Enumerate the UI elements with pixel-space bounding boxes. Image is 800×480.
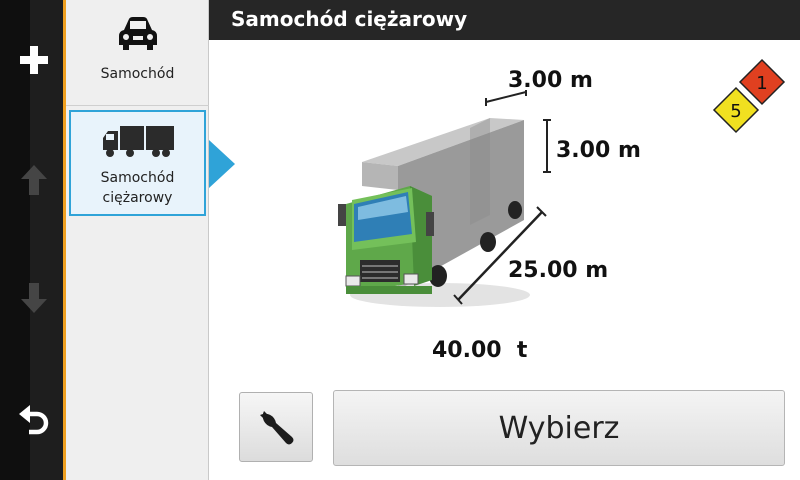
- plus-button[interactable]: [14, 38, 54, 82]
- hazmat-class-1-icon: 1: [738, 58, 786, 106]
- car-icon: [118, 17, 157, 50]
- hazmat-badges: 1 5: [712, 58, 786, 134]
- svg-text:1: 1: [756, 73, 767, 94]
- scroll-down-button[interactable]: [14, 276, 54, 320]
- svg-text:5: 5: [730, 101, 741, 122]
- truck-icon: [102, 126, 174, 157]
- nav-bar: [0, 0, 66, 480]
- arrow-up-icon: [21, 165, 47, 195]
- length-value: 25.00 m: [508, 258, 609, 283]
- vehicle-label-truck: Samochód ciężarowy: [100, 170, 175, 206]
- vehicle-label-car: Samochód: [100, 66, 175, 82]
- select-button[interactable]: Wybierz: [333, 390, 785, 466]
- back-button[interactable]: [14, 398, 54, 442]
- dimension-lines: [453, 90, 551, 305]
- arrow-down-icon: [21, 283, 47, 313]
- plus-icon: [20, 46, 48, 74]
- width-value: 3.00 m: [508, 68, 593, 93]
- height-value: 3.00 m: [556, 138, 641, 163]
- selection-pointer: [209, 140, 235, 188]
- wrench-icon: [260, 411, 294, 445]
- hazmat-class-5-icon: 5: [712, 86, 760, 134]
- scroll-up-button[interactable]: [14, 158, 54, 202]
- tools-button[interactable]: [239, 392, 313, 462]
- vehicle-item-car[interactable]: Samochód: [66, 0, 209, 106]
- vehicle-item-truck[interactable]: Samochód ciężarowy: [69, 110, 206, 216]
- weight-value: 40.00 t: [432, 338, 528, 363]
- vehicle-list: Samochód Samochód ciężarowy: [66, 0, 209, 480]
- page-title: Samochód ciężarowy: [209, 0, 800, 40]
- back-icon: [19, 405, 49, 435]
